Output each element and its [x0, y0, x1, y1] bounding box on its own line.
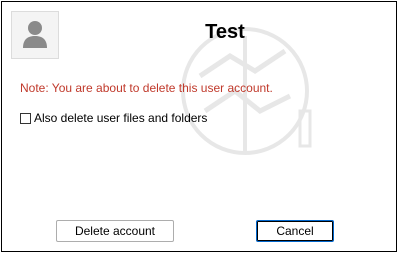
delete-user-dialog: Test Note: You are about to delete this …: [1, 1, 397, 252]
dialog-title: Test: [205, 21, 245, 43]
delete-files-label[interactable]: Also delete user files and folders: [34, 111, 207, 125]
delete-files-checkbox[interactable]: [20, 112, 31, 124]
user-avatar-icon: [11, 11, 59, 59]
delete-account-button[interactable]: Delete account: [56, 220, 174, 242]
cancel-button[interactable]: Cancel: [256, 220, 334, 242]
delete-files-option[interactable]: Also delete user files and folders: [20, 111, 207, 125]
delete-warning-note: Note: You are about to delete this user …: [20, 81, 273, 95]
